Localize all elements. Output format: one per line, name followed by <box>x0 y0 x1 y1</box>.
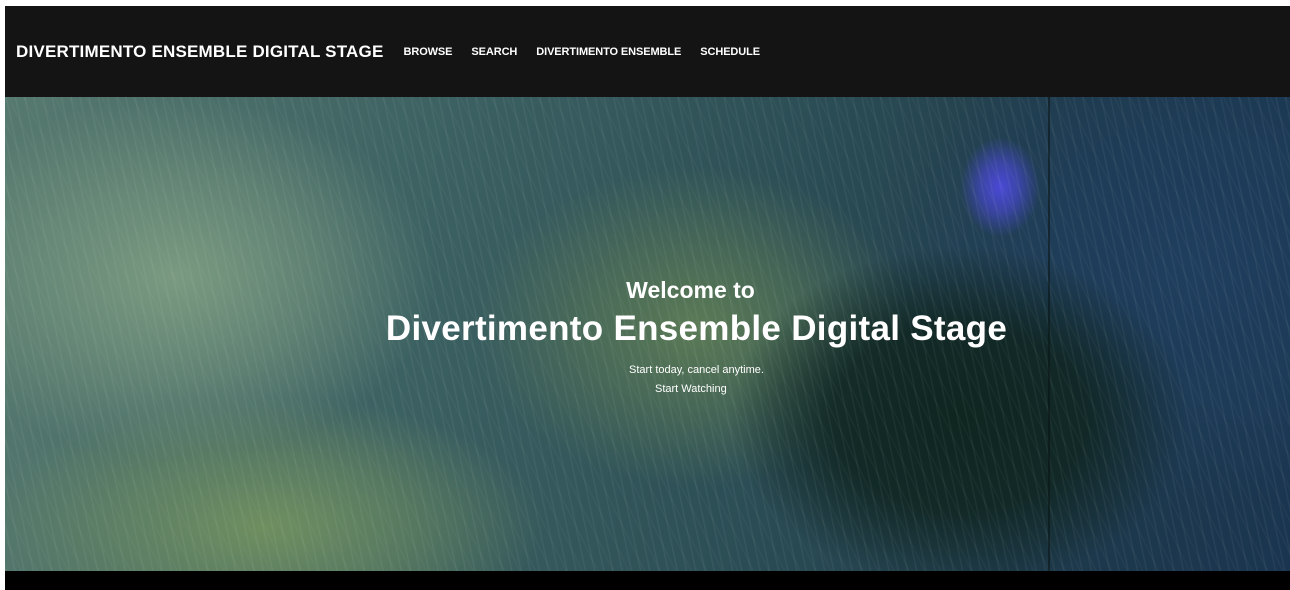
nav-link-schedule[interactable]: SCHEDULE <box>700 46 760 58</box>
nav-link-search[interactable]: SEARCH <box>471 46 517 58</box>
hero-banner: Welcome to Divertimento Ensemble Digital… <box>5 97 1290 571</box>
nav-link-divertimento-ensemble[interactable]: DIVERTIMENTO ENSEMBLE <box>536 46 681 58</box>
main-nav: BROWSE SEARCH DIVERTIMENTO ENSEMBLE SCHE… <box>404 46 779 58</box>
footer-strip <box>5 571 1290 590</box>
start-watching-link[interactable]: Start Watching <box>655 383 727 395</box>
hero-welcome-text: Welcome to <box>626 277 755 303</box>
page-frame: DIVERTIMENTO ENSEMBLE DIGITAL STAGE BROW… <box>5 6 1290 590</box>
hero-tagline: Start today, cancel anytime. <box>629 364 764 376</box>
hero-content: Welcome to Divertimento Ensemble Digital… <box>5 97 1290 571</box>
hero-title: Divertimento Ensemble Digital Stage <box>385 309 1008 348</box>
top-navigation-bar: DIVERTIMENTO ENSEMBLE DIGITAL STAGE BROW… <box>5 6 1290 97</box>
nav-link-browse[interactable]: BROWSE <box>404 46 453 58</box>
site-brand-link[interactable]: DIVERTIMENTO ENSEMBLE DIGITAL STAGE <box>16 42 384 62</box>
